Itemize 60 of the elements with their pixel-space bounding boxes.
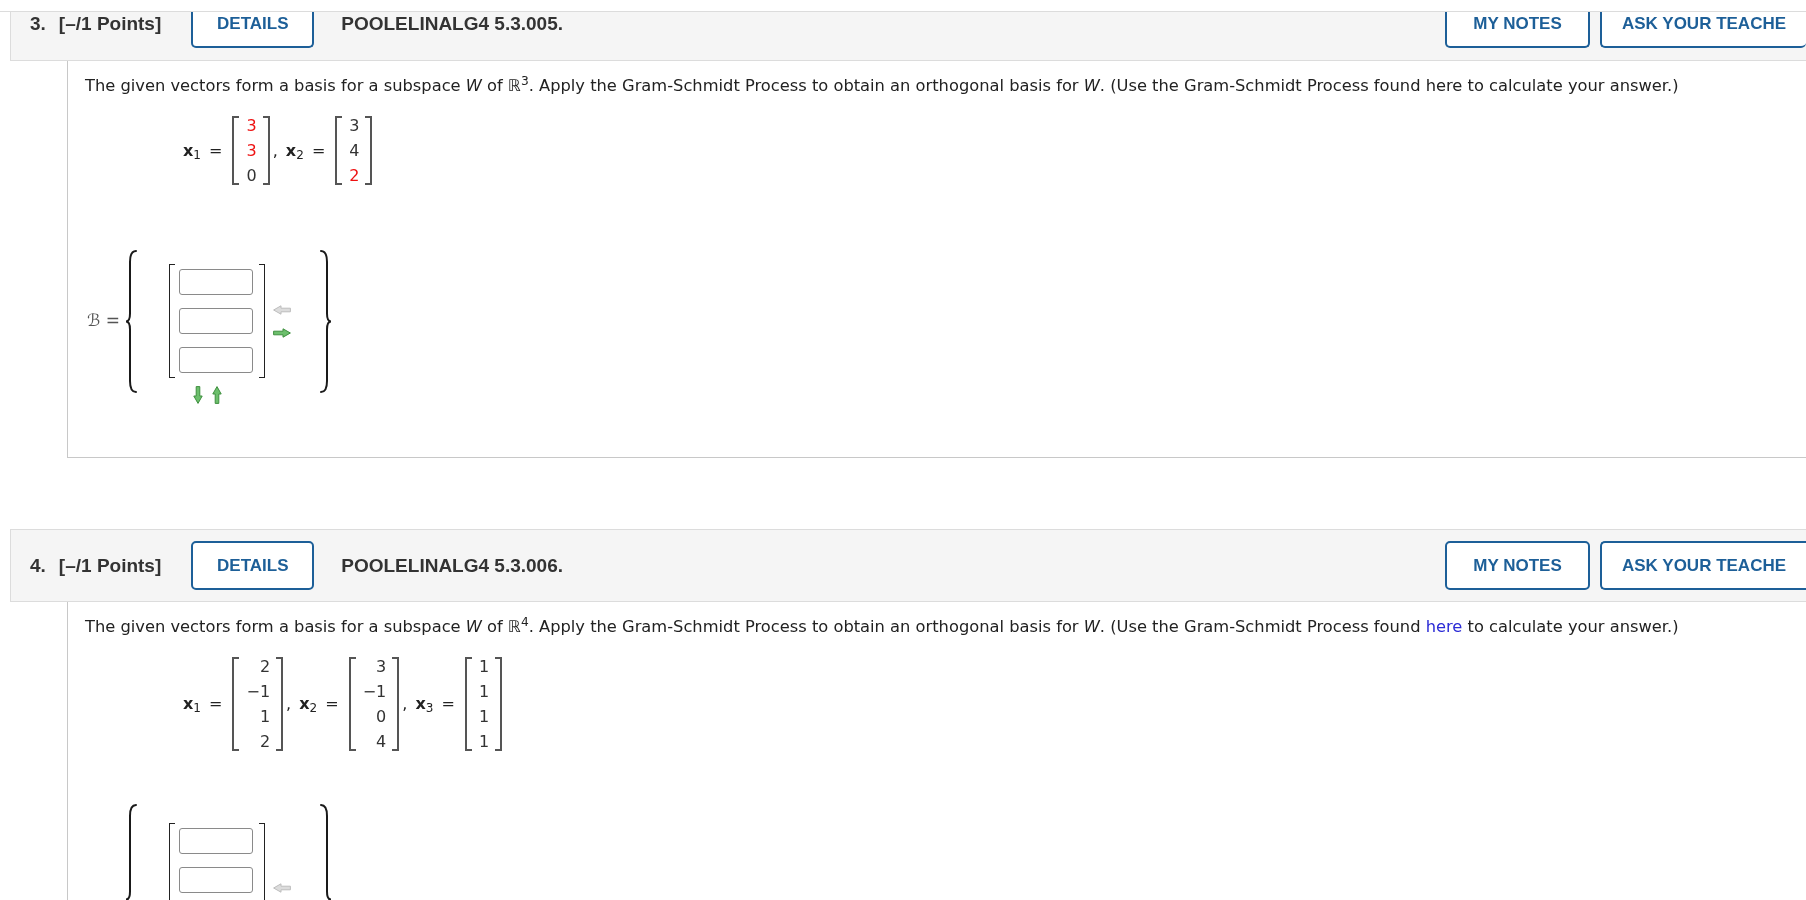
left-bracket-icon [348, 657, 356, 751]
vector-label: , x$_{2}$ = [272, 139, 326, 163]
vector-entry: 2 [258, 731, 271, 753]
vector-entry: 0 [246, 165, 257, 187]
question-number: 3. [30, 12, 46, 36]
left-bracket-icon [232, 657, 240, 751]
right-bracket-icon [259, 264, 265, 378]
right-bracket-icon [365, 116, 373, 185]
left-brace-icon [125, 249, 137, 393]
points-label: [–/1 Points] [58, 12, 162, 36]
here-link[interactable]: here [1425, 617, 1463, 636]
vector-entry: 0 [375, 706, 387, 728]
answer-field[interactable] [179, 269, 253, 295]
notes-button[interactable]: MY NOTES [1445, 541, 1590, 590]
question-number: 4. [30, 553, 46, 578]
problem-code: POOLELINALG4 5.3.005. [341, 12, 563, 36]
vector-entry: 3 [375, 656, 387, 678]
problem-code: POOLELINALG4 5.3.006. [341, 553, 563, 578]
vector-entry: −1 [246, 681, 271, 703]
vector-entry: 3 [246, 115, 257, 137]
answer-field[interactable] [179, 347, 253, 373]
right-brace-icon [320, 249, 332, 393]
right-bracket-icon [262, 116, 270, 185]
left-bracket-icon [335, 116, 343, 185]
vector-label: x$_{1}$ = [183, 139, 223, 163]
left-bracket-icon [464, 657, 472, 751]
notes-button[interactable]: MY NOTES [1445, 12, 1590, 48]
vector-entry: 3 [349, 115, 360, 137]
up-arrow-icon[interactable] [212, 386, 222, 404]
ask-teacher-button[interactable]: ASK YOUR TEACHE [1600, 541, 1806, 590]
points-label: [–/1 Points] [58, 553, 162, 578]
vector-entry: 2 [258, 656, 271, 678]
answer-field[interactable] [179, 867, 253, 893]
right-bracket-icon [276, 657, 284, 751]
ask-teacher-button[interactable]: ASK YOUR TEACHE [1600, 12, 1806, 48]
vector-entry: 3 [246, 140, 257, 162]
question-prompt: The given vectors form a basis for a subspace W of ℝ$^{3}$. Apply the Gram-Schmidt Process to obtain an orthogonal basis for W. (Use the Gram-Schmidt Process found here to calculate your answer.) [85, 75, 1680, 97]
vector-label: , x$_{3}$ = [402, 693, 455, 716]
down-arrow-icon[interactable] [193, 386, 203, 404]
question-prompt: The given vectors form a basis for a subspace W of ℝ$^{4}$. Apply the Gram-Schmidt Process to obtain an orthogonal basis for W. (Use the Gram-Schmidt Process found here to calculate your answer.) [85, 616, 1680, 638]
details-button[interactable]: DETAILS [191, 541, 315, 590]
answer-field[interactable] [179, 828, 253, 854]
vector-entry: −1 [362, 681, 387, 703]
right-bracket-icon [392, 657, 400, 751]
basis-label: ℬ = [87, 309, 120, 333]
vector-label: x$_{1}$ = [183, 693, 223, 716]
vector-entry: 1 [478, 656, 490, 678]
vector-entry: 1 [478, 706, 490, 728]
vector-entry: 1 [478, 731, 490, 753]
answer-field[interactable] [179, 308, 253, 334]
vector-entry: 1 [478, 681, 490, 703]
vector-entry: 4 [349, 140, 360, 162]
left-bracket-icon [232, 116, 240, 185]
vector-entry: 4 [375, 731, 387, 753]
vector-entry: 1 [258, 706, 271, 728]
details-button[interactable]: DETAILS [191, 12, 315, 48]
vector-label: , x$_{2}$ = [286, 693, 339, 716]
vector-entry: 2 [349, 165, 360, 187]
right-arrow-icon[interactable] [273, 327, 291, 338]
right-bracket-icon [495, 657, 503, 751]
